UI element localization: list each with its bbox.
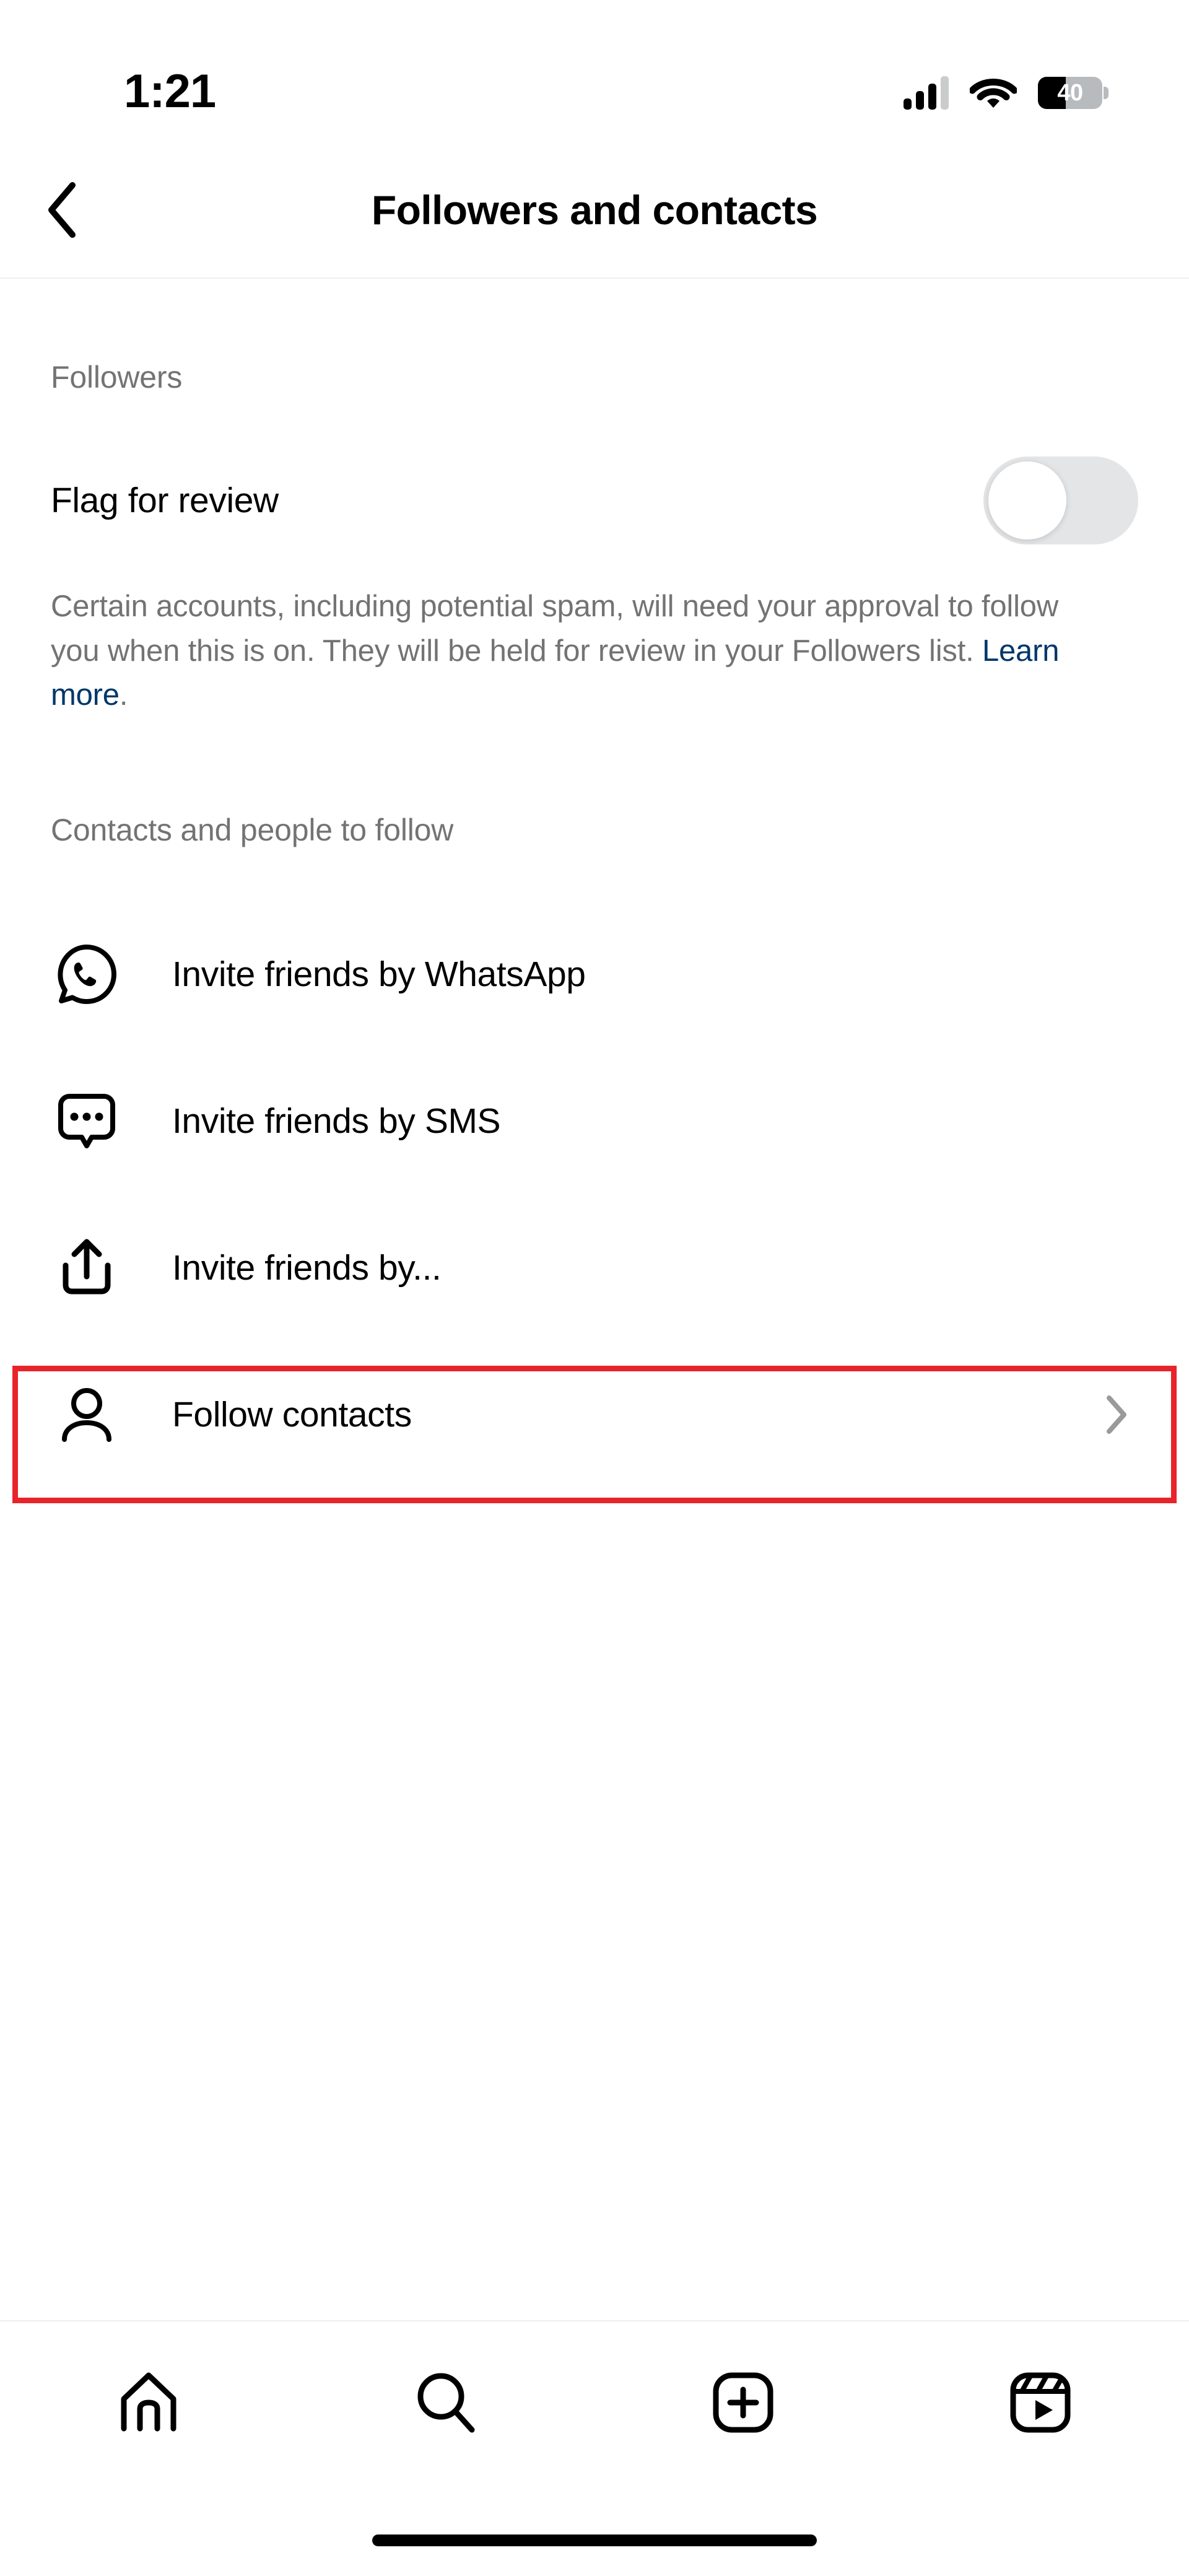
bottom-tab-bar	[0, 2320, 1189, 2484]
description-trailing: .	[119, 678, 128, 712]
sms-bubble-icon	[51, 1085, 123, 1157]
menu-label: Invite friends by...	[172, 1248, 442, 1288]
instagram-followers-and-contacts-screen: 1:21 40 Followers and contacts Followers…	[0, 0, 1189, 2576]
home-indicator	[372, 2535, 817, 2546]
reels-icon	[1010, 2372, 1071, 2433]
status-bar-indicators: 40	[904, 76, 1108, 110]
tab-search[interactable]	[297, 2321, 594, 2484]
status-bar-time: 1:21	[124, 65, 216, 118]
back-button[interactable]	[27, 176, 95, 244]
nav-header: Followers and contacts	[0, 142, 1189, 279]
search-icon	[417, 2373, 475, 2433]
menu-row-invite-sms[interactable]: Invite friends by SMS	[0, 1048, 1189, 1195]
share-icon	[51, 1232, 123, 1304]
cellular-signal-icon	[904, 76, 949, 110]
settings-content: Followers Flag for review Certain accoun…	[0, 280, 1189, 1488]
toggle-knob	[988, 461, 1066, 539]
menu-label: Invite friends by SMS	[172, 1101, 501, 1142]
section-header-followers: Followers	[51, 360, 183, 395]
tab-create[interactable]	[594, 2321, 892, 2484]
menu-row-invite-whatsapp[interactable]: Invite friends by WhatsApp	[0, 901, 1189, 1048]
chevron-left-icon	[48, 182, 76, 238]
menu-label: Follow contacts	[172, 1395, 412, 1435]
tab-home[interactable]	[0, 2321, 297, 2484]
description-text: Certain accounts, including potential sp…	[51, 590, 1059, 668]
home-icon	[121, 2372, 176, 2432]
contacts-menu-list: Invite friends by WhatsApp Invite friend…	[0, 901, 1189, 1488]
flag-for-review-row[interactable]: Flag for review	[0, 456, 1189, 544]
menu-row-follow-contacts[interactable]: Follow contacts	[0, 1342, 1189, 1488]
menu-row-invite-other[interactable]: Invite friends by...	[0, 1195, 1189, 1342]
page-title: Followers and contacts	[371, 187, 818, 233]
whatsapp-icon	[51, 938, 123, 1010]
menu-label: Invite friends by WhatsApp	[172, 954, 586, 995]
chevron-right-icon	[1095, 1393, 1138, 1436]
flag-for-review-label: Flag for review	[51, 481, 279, 520]
plus-square-icon	[713, 2372, 773, 2433]
section-header-contacts: Contacts and people to follow	[51, 812, 454, 847]
battery-level-label: 40	[1057, 79, 1083, 106]
tab-reels[interactable]	[892, 2321, 1189, 2484]
flag-for-review-toggle[interactable]	[983, 456, 1138, 544]
battery-icon: 40	[1038, 77, 1108, 109]
flag-for-review-description: Certain accounts, including potential sp…	[0, 585, 1121, 718]
wifi-icon	[970, 79, 1017, 108]
person-icon	[51, 1379, 123, 1451]
status-bar: 1:21 40	[0, 0, 1189, 142]
